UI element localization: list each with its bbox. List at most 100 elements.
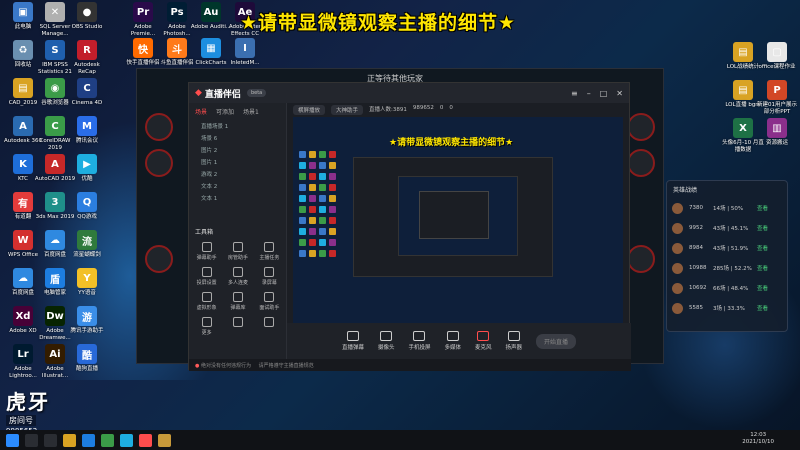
chrome-icon[interactable] [101,433,114,447]
live-preview[interactable]: ★请带显微镜观察主播的细节★ [293,117,623,323]
bottom-tool-button[interactable]: 直播弹幕 [342,331,364,351]
desktop-icon[interactable]: P 新建01用户展示部分析PPT [756,80,798,116]
yy-icon: Y [77,268,97,288]
toolbox-tool[interactable]: 主播任务 [254,242,285,261]
desktop-icon-label: QQ游戏 [77,214,97,220]
scene-tab[interactable]: 场景1 [243,107,259,116]
ktc-icon: K [13,154,33,174]
toolbox-tool[interactable]: 录屏幕 [254,267,285,286]
desktop-icon[interactable]: 流流星蝴蝶剑 [66,230,108,259]
view-button[interactable]: 查看 [757,264,768,272]
stat-value: 0 [439,105,444,111]
scene-item[interactable]: 图片 1 [189,156,286,168]
scene-tab[interactable]: 可添加 [216,107,234,116]
toolbox-tool[interactable]: 弹幕库 [222,292,253,311]
summoner-slot[interactable] [627,113,655,141]
preview-tab[interactable]: 大神助手 [331,105,364,115]
desktop-icon[interactable]: ▶ 优酷 [66,154,108,183]
desktop-icon[interactable]: M 腾讯会议 [66,116,108,145]
scene-item[interactable]: 直播场景 1 [189,120,286,132]
toolbox-tool[interactable] [222,317,253,336]
bottom-tool-button[interactable]: 多媒体 [444,331,461,351]
desktop-icon-label: 资源搬运 [765,140,788,146]
toolbox-tool[interactable]: 更多 [191,317,222,336]
summoner-slot[interactable] [627,245,655,273]
hero-stats-row: 5585 3场 | 33.3% 查看 [667,298,787,318]
preview-desktop-icon [309,184,316,191]
hero-score: 8984 [689,245,703,251]
app-icon[interactable] [120,433,133,447]
sql-icon: ✕ [45,2,65,22]
game-icon[interactable] [158,433,171,447]
preview-banner: ★请带显微镜观察主播的细节★ [389,138,514,148]
security-icon: 盾 [45,268,65,288]
bottom-tool-button[interactable]: 手机投屏 [408,331,430,351]
scene-item[interactable]: 图片 2 [189,144,286,156]
desktop-icon[interactable]: ▥ 资源搬运 [756,118,798,147]
desktop-icon[interactable]: Y YY语音 [66,268,108,297]
maximize-icon[interactable]: □ [600,89,608,98]
start-icon[interactable] [6,433,19,447]
desktop-icon[interactable]: I InletedM... [224,38,266,67]
desktop-icon[interactable]: R Autodesk ReCap [66,40,108,76]
toolbox-tool[interactable]: 投屏设置 [191,267,222,286]
edge-icon[interactable] [82,433,95,447]
preview-desktop-icon [309,206,316,213]
toolbox-tool[interactable] [254,317,285,336]
view-button[interactable]: 查看 [757,284,768,292]
hero-record: 14场 | 50% [713,206,744,212]
clock-time: 12:03 [750,432,767,438]
streaming-app-window[interactable]: ◆ 直播伴侣 beta ≡ – □ ✕ 场景 可添加 场景1 直播场景 1 场景 6图… [188,82,631,371]
desktop-icon[interactable]: 游腾讯手游助手 [66,306,108,335]
hero-score: 9952 [689,225,703,231]
desktop-icon[interactable]: Q QQ游戏 [66,192,108,221]
view-button[interactable]: 查看 [757,204,768,212]
hero-score: 7380 [689,205,703,211]
desktop-icon[interactable]: C Cinema 4D [66,78,108,107]
view-button[interactable]: 查看 [757,304,768,312]
go-live-button[interactable]: 开始直播 [536,333,577,349]
stream-app-icon[interactable] [139,433,152,447]
summoner-slot[interactable] [145,149,173,177]
view-button[interactable]: 查看 [757,244,768,252]
tool-icon [264,292,275,302]
bottom-tool-button[interactable]: 麦克风 [475,331,492,351]
toolbox-tool[interactable]: 虚拟形象 [191,292,222,311]
minimize-icon[interactable]: – [587,89,591,98]
preview-tab[interactable]: 横屏播放 [293,105,326,115]
toolbox-tool[interactable]: 房管助手 [222,242,253,261]
preview-desktop-icon [319,250,326,257]
summoner-slot[interactable] [627,149,655,177]
scene-item[interactable]: 游戏 2 [189,168,286,180]
preview-desktop-icon [299,228,306,235]
preview-desktop-icon [309,217,316,224]
summoner-slot[interactable] [145,113,173,141]
menu-icon[interactable]: ≡ [571,89,578,98]
autocad-icon: A [45,154,65,174]
taskbar-clock[interactable]: 12:03 2021/10/10 [742,432,774,446]
tool-label: 房管助手 [227,255,248,261]
close-icon[interactable]: ✕ [616,89,623,98]
bottom-tool-icon [380,331,393,341]
toolbox-tool[interactable]: 弹幕助手 [191,242,222,261]
view-button[interactable]: 查看 [757,224,768,232]
summoner-slot[interactable] [145,245,173,273]
bottom-tool-button[interactable]: 扬声器 [506,331,522,351]
desktop-icon[interactable]: ▢ office课程作业 [756,42,798,71]
toolbox-tool[interactable]: 多人连麦 [222,267,253,286]
preview-desktop-icon [299,195,306,202]
preview-desktop-icon [299,162,306,169]
scene-tab[interactable]: 场景 [195,107,207,116]
audition-icon: Au [201,2,221,22]
scene-item[interactable]: 场景 6 [189,132,286,144]
scene-item[interactable]: 文本 2 [189,180,286,192]
toolbox-tool[interactable]: 面试助手 [254,292,285,311]
bottom-tool-button[interactable]: 摄像头 [378,331,394,351]
search-icon[interactable] [25,433,38,447]
desktop-icon[interactable]: 酷酷狗直播 [66,344,108,373]
scene-item[interactable]: 文本 1 [189,192,286,204]
desktop-icon[interactable]: ● OBS Studio [66,2,108,31]
task-view-icon[interactable] [44,433,57,447]
hero-stats-row: 7380 14场 | 50% 查看 [667,198,787,218]
explorer-icon[interactable] [63,433,76,447]
